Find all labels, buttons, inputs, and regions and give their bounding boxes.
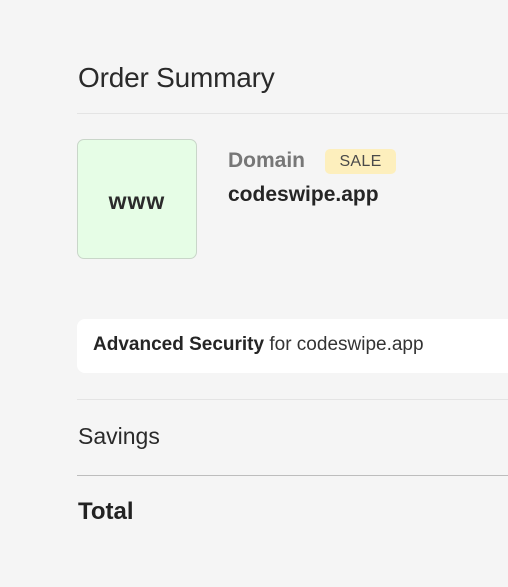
sale-badge: SALE [325, 149, 396, 174]
addon-name: Advanced Security [93, 334, 265, 355]
savings-divider [77, 399, 508, 400]
title-divider [77, 113, 508, 114]
order-summary-title: Order Summary [78, 62, 275, 93]
addon-target: for codeswipe.app [264, 334, 424, 355]
domain-name: codeswipe.app [228, 183, 379, 206]
total-label: Total [78, 498, 134, 525]
order-summary-panel: Order Summary www Domain SALE codeswipe.… [77, 0, 508, 587]
advanced-security-addon-card[interactable]: Advanced Security for codeswipe.app [77, 319, 508, 373]
savings-label: Savings [78, 423, 160, 449]
addon-description: Advanced Security for codeswipe.app [93, 334, 424, 356]
domain-www-icon: www [77, 139, 197, 259]
www-icon-label: www [108, 187, 166, 214]
total-divider [77, 475, 508, 476]
product-type-label: Domain [228, 149, 306, 172]
